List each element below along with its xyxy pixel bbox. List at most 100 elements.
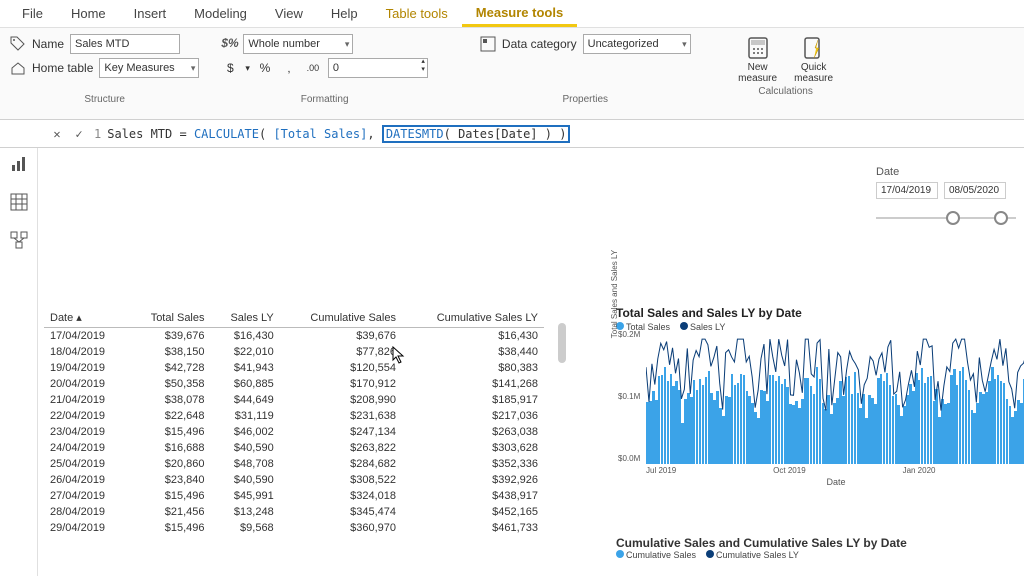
quick-measure-label: Quick measure xyxy=(789,62,839,84)
table-row[interactable]: 21/04/2019$38,078$44,649$208,990$185,917 xyxy=(44,392,544,408)
currency-button[interactable]: $ xyxy=(221,59,239,77)
percent-button[interactable]: % xyxy=(256,59,274,77)
decimals-input[interactable]: 0▴▾ xyxy=(328,58,428,78)
home-table-icon xyxy=(10,60,26,76)
menu-measure-tools[interactable]: Measure tools xyxy=(462,1,577,27)
decimals-button[interactable]: .00 xyxy=(304,59,322,77)
chart-cumulative-sales[interactable]: Cumulative Sales and Cumulative Sales LY… xyxy=(616,536,1024,562)
table-row[interactable]: 27/04/2019$15,496$45,991$324,018$438,917 xyxy=(44,488,544,504)
table-row[interactable]: 18/04/2019$38,150$22,010$77,826$38,440 xyxy=(44,344,544,360)
chart1-ytick: $0.1M xyxy=(618,392,640,401)
ribbon-group-properties: Data category Uncategorized Properties xyxy=(480,34,691,105)
table-row[interactable]: 19/04/2019$42,728$41,943$120,554$80,383 xyxy=(44,360,544,376)
ribbon-group-calculations: New measure Quick measure Calculations xyxy=(733,34,839,97)
table-cell: $38,150 xyxy=(128,344,210,360)
home-table-label: Home table xyxy=(32,61,93,75)
table-cell: 22/04/2019 xyxy=(44,408,128,424)
table-cell: $13,248 xyxy=(211,504,280,520)
group-label-properties: Properties xyxy=(480,94,691,105)
table-cell: 21/04/2019 xyxy=(44,392,128,408)
slicer-from-input[interactable]: 17/04/2019 xyxy=(876,182,938,199)
table-cell: $15,496 xyxy=(128,488,210,504)
formula-line-number: 1 xyxy=(94,127,101,141)
menu-help[interactable]: Help xyxy=(317,2,372,25)
slicer-slider[interactable] xyxy=(876,209,1016,229)
data-view-button[interactable] xyxy=(7,190,31,214)
table-row[interactable]: 17/04/2019$39,676$16,430$39,676$16,430 xyxy=(44,328,544,345)
table-cell: $263,038 xyxy=(402,424,544,440)
home-table-select[interactable]: Key Measures xyxy=(99,58,199,78)
table-visual[interactable]: Date ▴Total SalesSales LYCumulative Sale… xyxy=(44,308,544,536)
model-view-button[interactable] xyxy=(7,228,31,252)
chart1-plot: $0.2M $0.1M $0.0M xyxy=(646,334,1024,464)
menu-home[interactable]: Home xyxy=(57,2,120,25)
view-switcher xyxy=(0,148,38,576)
table-cell: 19/04/2019 xyxy=(44,360,128,376)
table-header[interactable]: Date ▴ xyxy=(44,308,128,328)
new-measure-button[interactable]: New measure xyxy=(733,34,783,84)
table-cell: $38,440 xyxy=(402,344,544,360)
table-row[interactable]: 22/04/2019$22,648$31,119$231,638$217,036 xyxy=(44,408,544,424)
table-cell: $45,991 xyxy=(211,488,280,504)
chart1-title: Total Sales and Sales LY by Date xyxy=(616,306,1024,320)
formula-commit-button[interactable]: ✓ xyxy=(68,123,90,145)
table-cell: $38,078 xyxy=(128,392,210,408)
table-header[interactable]: Cumulative Sales xyxy=(280,308,402,328)
table-header[interactable]: Total Sales xyxy=(128,308,210,328)
menu-file[interactable]: File xyxy=(8,2,57,25)
date-slicer[interactable]: Date 17/04/2019 08/05/2020 xyxy=(876,166,1016,229)
menu-view[interactable]: View xyxy=(261,2,317,25)
formula-input[interactable]: 1 Sales MTD = CALCULATE( [Total Sales], … xyxy=(90,127,1024,141)
table-cell: $208,990 xyxy=(280,392,402,408)
table-cell: 18/04/2019 xyxy=(44,344,128,360)
table-row[interactable]: 20/04/2019$50,358$60,885$170,912$141,268 xyxy=(44,376,544,392)
formula-cancel-button[interactable]: ✕ xyxy=(46,123,68,145)
report-view-button[interactable] xyxy=(7,152,31,176)
table-cell: 26/04/2019 xyxy=(44,472,128,488)
table-cell: $31,119 xyxy=(211,408,280,424)
table-row[interactable]: 26/04/2019$23,840$40,590$308,522$392,926 xyxy=(44,472,544,488)
data-category-select[interactable]: Uncategorized xyxy=(583,34,691,54)
table-cell: 29/04/2019 xyxy=(44,520,128,536)
table-row[interactable]: 24/04/2019$16,688$40,590$263,822$303,628 xyxy=(44,440,544,456)
table-cell: $23,840 xyxy=(128,472,210,488)
table-row[interactable]: 25/04/2019$20,860$48,708$284,682$352,336 xyxy=(44,456,544,472)
table-cell: $50,358 xyxy=(128,376,210,392)
slicer-to-input[interactable]: 08/05/2020 xyxy=(944,182,1006,199)
table-row[interactable]: 28/04/2019$21,456$13,248$345,474$452,165 xyxy=(44,504,544,520)
table-cell: $170,912 xyxy=(280,376,402,392)
group-label-structure: Structure xyxy=(10,94,199,105)
table-cell: 17/04/2019 xyxy=(44,328,128,345)
table-scrollbar-thumb[interactable] xyxy=(558,323,566,363)
chart-total-sales[interactable]: Total Sales and Sales LY by Date Total S… xyxy=(616,306,1024,516)
ribbon-group-structure: Name Sales MTD Home table Key Measures S… xyxy=(10,34,199,105)
quick-measure-icon xyxy=(802,34,826,62)
table-cell: $39,676 xyxy=(128,328,210,345)
thousands-button[interactable]: ‚ xyxy=(280,59,298,77)
slider-handle-from[interactable] xyxy=(946,211,960,225)
format-icon: $% xyxy=(221,36,237,52)
slider-handle-to[interactable] xyxy=(994,211,1008,225)
table-cell: $185,917 xyxy=(402,392,544,408)
group-label-calculations: Calculations xyxy=(733,86,839,97)
table-header[interactable]: Cumulative Sales LY xyxy=(402,308,544,328)
data-category-label: Data category xyxy=(502,37,577,51)
measure-name-input[interactable]: Sales MTD xyxy=(70,34,180,54)
menu-table-tools[interactable]: Table tools xyxy=(372,2,462,25)
table-row[interactable]: 29/04/2019$15,496$9,568$360,970$461,733 xyxy=(44,520,544,536)
table-cell: $20,860 xyxy=(128,456,210,472)
table-cell: $44,649 xyxy=(211,392,280,408)
table-cell: $16,430 xyxy=(402,328,544,345)
menu-insert[interactable]: Insert xyxy=(120,2,181,25)
table-cell: $15,496 xyxy=(128,424,210,440)
table-header[interactable]: Sales LY xyxy=(211,308,280,328)
table-row[interactable]: 23/04/2019$15,496$46,002$247,134$263,038 xyxy=(44,424,544,440)
table-cell: 20/04/2019 xyxy=(44,376,128,392)
quick-measure-button[interactable]: Quick measure xyxy=(789,34,839,84)
chart1-ytick: $0.0M xyxy=(618,454,640,463)
menu-modeling[interactable]: Modeling xyxy=(180,2,261,25)
table-cell: 23/04/2019 xyxy=(44,424,128,440)
table-cell: $22,010 xyxy=(211,344,280,360)
table-cell: $16,430 xyxy=(211,328,280,345)
format-select[interactable]: Whole number xyxy=(243,34,353,54)
